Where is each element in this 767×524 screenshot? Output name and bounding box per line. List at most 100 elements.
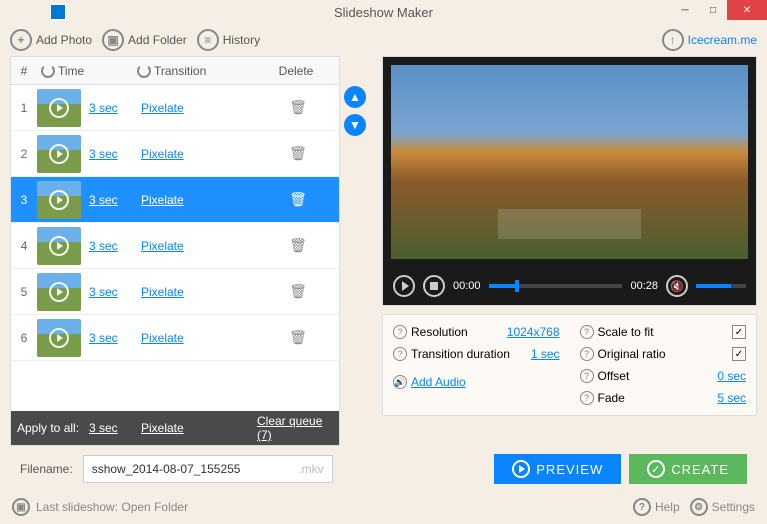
volume-slider[interactable] <box>696 284 746 288</box>
seek-slider[interactable] <box>489 284 623 288</box>
close-button[interactable]: ✕ <box>727 0 767 20</box>
slides-table: # Time Transition Delete 13 secPixelate2… <box>10 56 340 446</box>
row-time[interactable]: 3 sec <box>89 285 141 299</box>
scale-label: Scale to fit <box>598 325 654 339</box>
delete-button[interactable] <box>257 237 339 254</box>
header-transition[interactable]: Transition <box>137 64 253 78</box>
play-icon <box>49 144 69 164</box>
up-icon: ↑ <box>662 29 684 51</box>
transition-icon <box>137 64 151 78</box>
stop-button[interactable] <box>423 275 445 297</box>
slide-thumbnail[interactable] <box>37 319 81 357</box>
resolution-value[interactable]: 1024x768 <box>507 325 560 339</box>
footer: ▣ Last slideshow: Open Folder ?Help ⚙Set… <box>0 492 767 522</box>
plus-icon: + <box>10 29 32 51</box>
header-delete: Delete <box>253 64 339 78</box>
offset-label: Offset <box>598 369 630 383</box>
preview-image[interactable] <box>391 65 748 259</box>
delete-button[interactable] <box>257 145 339 162</box>
add-folder-button[interactable]: ▣ Add Folder <box>102 29 187 51</box>
player-bar: 00:00 00:28 🔇 <box>383 267 756 305</box>
filename-ext: .mkv <box>298 462 323 476</box>
clock-icon <box>41 64 55 78</box>
audio-icon: 🔊 <box>393 375 407 389</box>
apply-all-transition[interactable]: Pixelate <box>141 421 257 435</box>
delete-button[interactable] <box>257 283 339 300</box>
time-current: 00:00 <box>453 280 481 292</box>
titlebar: Slideshow Maker ─ □ ✕ <box>0 0 767 24</box>
icecream-link[interactable]: ↑ Icecream.me <box>662 29 757 51</box>
apply-all-label: Apply to all: <box>11 421 89 435</box>
add-photo-button[interactable]: + Add Photo <box>10 29 92 51</box>
add-photo-label: Add Photo <box>36 33 92 47</box>
offset-value[interactable]: 0 sec <box>717 369 746 383</box>
row-time[interactable]: 3 sec <box>89 101 141 115</box>
row-time[interactable]: 3 sec <box>89 239 141 253</box>
fade-value[interactable]: 5 sec <box>717 391 746 405</box>
slide-thumbnail[interactable] <box>37 181 81 219</box>
row-transition[interactable]: Pixelate <box>141 193 257 207</box>
resolution-label: Resolution <box>411 325 468 339</box>
row-transition[interactable]: Pixelate <box>141 285 257 299</box>
filename-label: Filename: <box>20 462 73 476</box>
move-up-button[interactable]: ▲ <box>344 86 366 108</box>
play-icon <box>49 328 69 348</box>
add-folder-label: Add Folder <box>128 33 187 47</box>
play-icon <box>49 282 69 302</box>
table-row[interactable]: 1 3 secPixelate <box>11 85 339 131</box>
trans-dur-value[interactable]: 1 sec <box>531 347 560 361</box>
delete-button[interactable] <box>257 99 339 116</box>
move-down-button[interactable]: ▼ <box>344 114 366 136</box>
help-icon[interactable]: ? <box>580 391 594 405</box>
header-time[interactable]: Time <box>37 64 137 78</box>
row-time[interactable]: 3 sec <box>89 193 141 207</box>
minimize-button[interactable]: ─ <box>671 0 699 20</box>
row-transition[interactable]: Pixelate <box>141 101 257 115</box>
row-time[interactable]: 3 sec <box>89 331 141 345</box>
help-icon[interactable]: ? <box>580 325 594 339</box>
trans-dur-label: Transition duration <box>411 347 510 361</box>
history-button[interactable]: ≡ History <box>197 29 260 51</box>
add-audio-button[interactable]: Add Audio <box>411 375 466 389</box>
scale-checkbox[interactable]: ✓ <box>732 325 746 339</box>
table-row[interactable]: 53 secPixelate <box>11 269 339 315</box>
row-transition[interactable]: Pixelate <box>141 239 257 253</box>
apply-all-time[interactable]: 3 sec <box>89 421 141 435</box>
filename-input[interactable]: sshow_2014-08-07_155255 .mkv <box>83 455 333 483</box>
row-number: 2 <box>11 147 37 161</box>
gear-icon: ⚙ <box>690 498 708 516</box>
help-button[interactable]: ?Help <box>633 498 680 516</box>
preview-button[interactable]: PREVIEW <box>494 454 621 484</box>
slide-thumbnail[interactable] <box>37 273 81 311</box>
help-icon[interactable]: ? <box>393 325 407 339</box>
play-button[interactable] <box>393 275 415 297</box>
mute-button[interactable]: 🔇 <box>666 275 688 297</box>
slide-thumbnail[interactable] <box>37 227 81 265</box>
clear-queue-button[interactable]: Clear queue (7) <box>257 414 339 442</box>
row-transition[interactable]: Pixelate <box>141 147 257 161</box>
settings-button[interactable]: ⚙Settings <box>690 498 755 516</box>
slide-thumbnail[interactable] <box>37 89 81 127</box>
toolbar: + Add Photo ▣ Add Folder ≡ History ↑ Ice… <box>0 24 767 56</box>
create-button[interactable]: CREATE <box>629 454 747 484</box>
table-row[interactable]: 2 3 secPixelate <box>11 131 339 177</box>
row-number: 1 <box>11 101 37 115</box>
maximize-button[interactable]: □ <box>699 0 727 20</box>
delete-button[interactable] <box>257 191 339 208</box>
table-row[interactable]: 63 secPixelate <box>11 315 339 361</box>
last-slideshow-link[interactable]: Last slideshow: Open Folder <box>36 500 188 514</box>
header-num: # <box>11 64 37 78</box>
folder-icon: ▣ <box>12 498 30 516</box>
row-time[interactable]: 3 sec <box>89 147 141 161</box>
help-icon[interactable]: ? <box>393 347 407 361</box>
help-icon[interactable]: ? <box>580 347 594 361</box>
ratio-checkbox[interactable]: ✓ <box>732 347 746 361</box>
row-transition[interactable]: Pixelate <box>141 331 257 345</box>
preview-panel: 00:00 00:28 🔇 <box>382 56 757 306</box>
table-row[interactable]: 43 secPixelate <box>11 223 339 269</box>
slide-thumbnail[interactable] <box>37 135 81 173</box>
delete-button[interactable] <box>257 329 339 346</box>
table-row[interactable]: 33 secPixelate <box>11 177 339 223</box>
help-icon[interactable]: ? <box>580 369 594 383</box>
filename-value: sshow_2014-08-07_155255 <box>92 462 241 476</box>
